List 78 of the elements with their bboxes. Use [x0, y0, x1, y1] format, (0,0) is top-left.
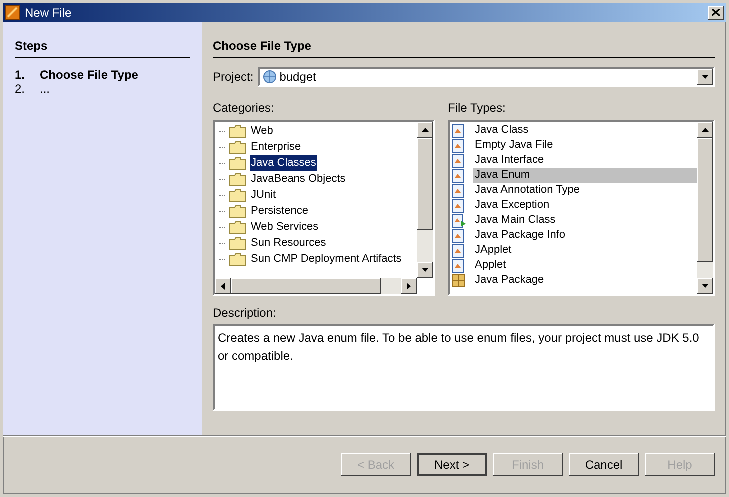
- file-type-item[interactable]: Java Class: [473, 123, 697, 138]
- folder-icon: [229, 172, 246, 186]
- dialog-button[interactable]: Cancel: [569, 453, 639, 476]
- folder-icon: [229, 188, 246, 202]
- category-item[interactable]: JavaBeans Objects: [250, 170, 347, 188]
- caret-icon: [702, 75, 708, 79]
- description-text: Creates a new Java enum file. To be able to use enum files, your project must use JDK 5.0 or compatible.: [218, 330, 700, 365]
- file-types-label: File Types:: [448, 100, 507, 117]
- file-icon: [452, 258, 464, 272]
- scroll-down-button[interactable]: [697, 278, 713, 294]
- down-arrow-icon: [702, 284, 708, 288]
- scroll-down-button[interactable]: [417, 262, 433, 278]
- folder-icon: [229, 220, 246, 234]
- scroll-thumb[interactable]: [417, 138, 433, 230]
- vertical-scrollbar[interactable]: [417, 122, 433, 278]
- file-type-item[interactable]: Empty Java File: [473, 138, 697, 153]
- file-type-item[interactable]: Java Enum: [473, 168, 697, 183]
- folder-icon: [229, 236, 246, 250]
- app-icon: [5, 4, 21, 20]
- close-icon: [712, 9, 720, 16]
- globe-icon: [262, 70, 277, 84]
- category-item[interactable]: Web: [250, 122, 274, 140]
- file-icon: [452, 124, 464, 138]
- file-type-item[interactable]: Java Package: [473, 273, 697, 288]
- scroll-right-button[interactable]: [401, 278, 417, 294]
- package-icon: [452, 274, 465, 287]
- scroll-up-button[interactable]: [417, 122, 433, 138]
- folder-icon: [229, 252, 246, 266]
- description-label: Description:: [213, 305, 278, 322]
- category-item[interactable]: Sun Resources: [250, 234, 328, 252]
- scroll-up-button[interactable]: [697, 122, 713, 138]
- right-arrow-icon: [407, 282, 411, 290]
- file-icon: [452, 154, 464, 168]
- up-arrow-icon: [422, 128, 428, 132]
- folder-icon: [229, 204, 246, 218]
- scroll-left-button[interactable]: [215, 278, 231, 294]
- categories-label: Categories:: [213, 100, 276, 117]
- file-type-item[interactable]: JApplet: [473, 243, 697, 258]
- folder-icon: [229, 156, 246, 170]
- left-arrow-icon: [221, 282, 225, 290]
- horizontal-scrollbar[interactable]: [215, 278, 417, 294]
- close-button[interactable]: [708, 6, 724, 20]
- file-type-item[interactable]: Java Interface: [473, 153, 697, 168]
- category-item[interactable]: Enterprise: [250, 138, 302, 156]
- folder-icon: [229, 140, 246, 154]
- file-type-item[interactable]: Java Exception: [473, 198, 697, 213]
- vertical-scrollbar[interactable]: [697, 122, 713, 294]
- category-item[interactable]: Web Services: [250, 218, 320, 236]
- file-type-item[interactable]: Java Main Class: [473, 213, 697, 228]
- panel-heading: Choose File Type: [213, 37, 715, 58]
- dropdown-button[interactable]: [697, 69, 713, 85]
- step-item: 2. ...: [15, 82, 52, 96]
- file-type-item[interactable]: Java Package Info: [473, 228, 697, 243]
- project-value: budget: [280, 69, 318, 86]
- folder-icon: [229, 124, 246, 138]
- file-icon: [452, 244, 464, 258]
- file-run-icon: [452, 214, 466, 228]
- steps-heading: Steps: [15, 37, 190, 58]
- file-type-item[interactable]: Applet: [473, 258, 697, 273]
- category-item[interactable]: Java Classes: [250, 154, 318, 172]
- scroll-thumb[interactable]: [697, 138, 713, 262]
- step-item: 1. Choose File Type: [15, 68, 140, 82]
- scroll-thumb[interactable]: [231, 278, 381, 294]
- category-item[interactable]: Persistence: [250, 202, 310, 220]
- file-type-item[interactable]: Java Annotation Type: [473, 183, 697, 198]
- up-arrow-icon: [702, 128, 708, 132]
- file-icon: [452, 184, 464, 198]
- dialog-button[interactable]: Next >: [417, 453, 487, 476]
- file-icon: [452, 198, 464, 212]
- category-item[interactable]: Sun CMP Deployment Artifacts: [250, 250, 403, 268]
- down-arrow-icon: [422, 268, 428, 272]
- project-label: Project:: [213, 69, 254, 86]
- file-icon: [452, 168, 464, 182]
- file-icon: [452, 228, 464, 242]
- project-dropdown[interactable]: budget: [258, 67, 715, 87]
- window-title: New File: [25, 4, 72, 22]
- file-icon: [452, 138, 464, 152]
- category-item[interactable]: JUnit: [250, 186, 278, 204]
